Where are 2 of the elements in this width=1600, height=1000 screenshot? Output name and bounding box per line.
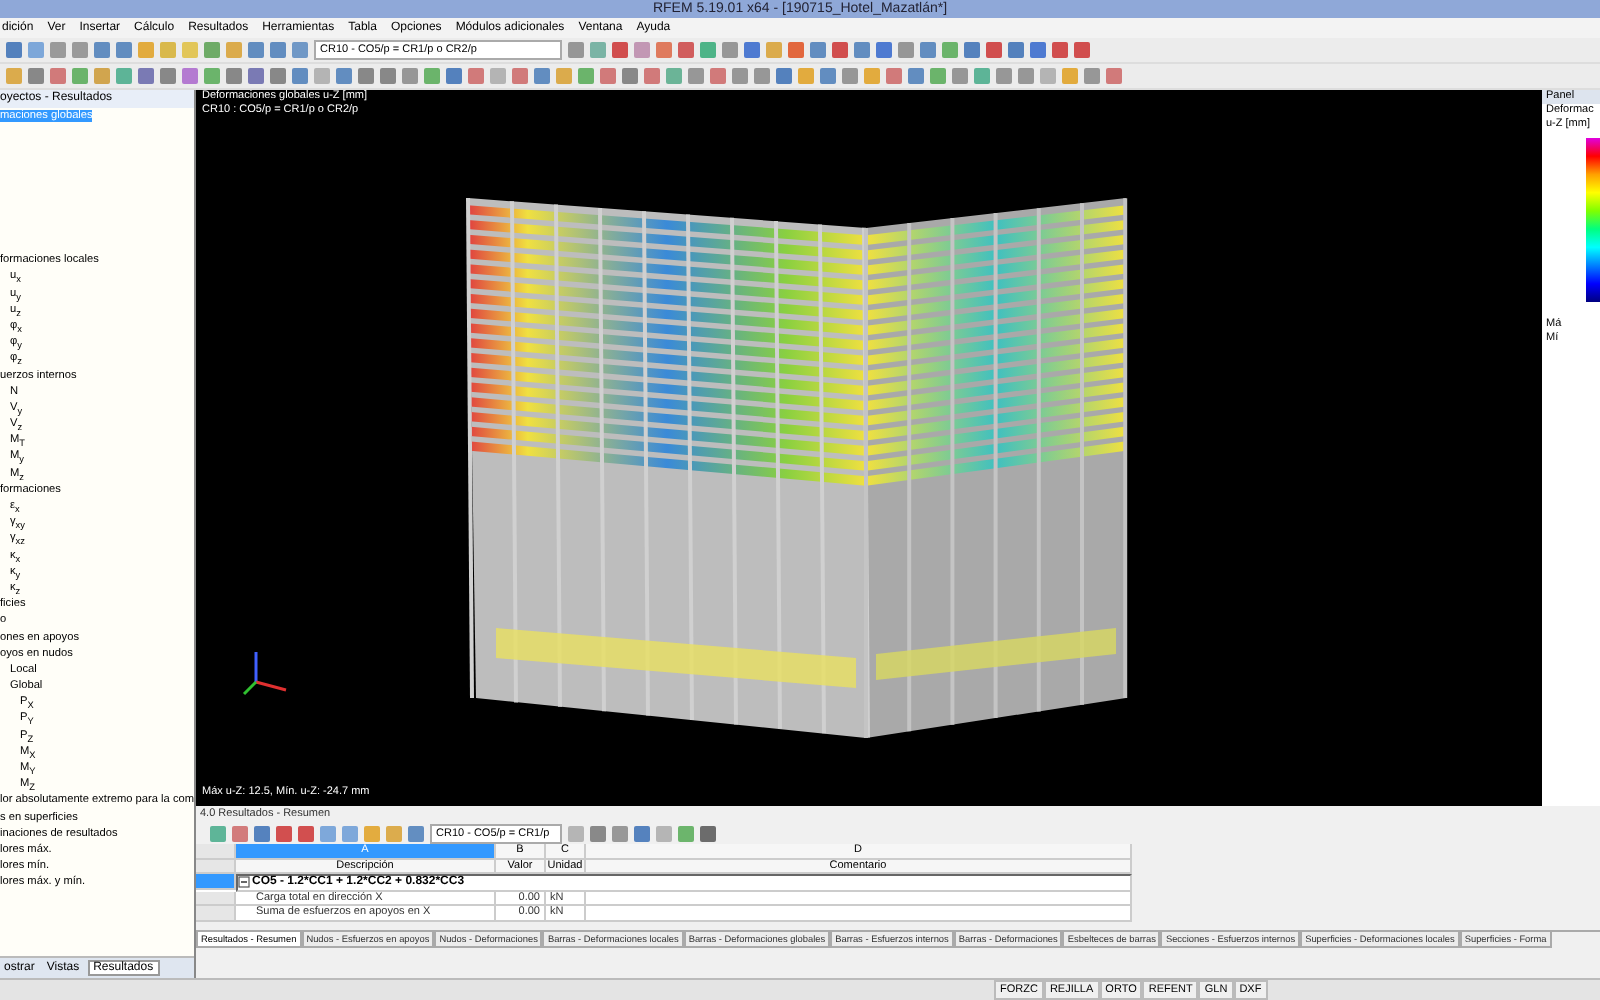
collapse-icon[interactable] <box>238 876 250 889</box>
axis-icon <box>240 646 292 698</box>
